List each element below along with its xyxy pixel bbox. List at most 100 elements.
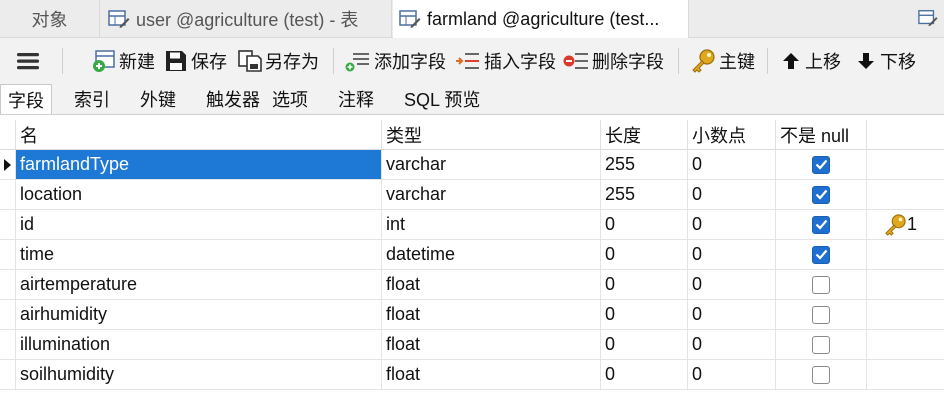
not-null-checkbox[interactable] — [812, 245, 830, 264]
insert-field-button[interactable]: 插入字段 — [455, 38, 556, 84]
field-type-cell[interactable]: int — [382, 210, 601, 240]
key-cell[interactable] — [867, 360, 944, 390]
tab-user-table[interactable]: user @agriculture (test) - 表 — [100, 0, 392, 37]
delete-field-button[interactable]: 删除字段 — [563, 38, 664, 84]
field-decimals-cell[interactable]: 0 — [688, 180, 776, 210]
row-selector[interactable] — [0, 330, 16, 360]
table-row[interactable]: soilhumidity float 0 0 — [0, 360, 944, 390]
field-length-cell[interactable]: 0 — [601, 210, 688, 240]
new-button[interactable]: 新建 — [92, 38, 155, 84]
field-length-cell[interactable]: 255 — [601, 180, 688, 210]
field-type-cell[interactable]: varchar — [382, 180, 601, 210]
row-header-corner — [0, 120, 16, 150]
tab-triggers[interactable]: 触发器 — [206, 84, 260, 114]
field-decimals-cell[interactable]: 0 — [688, 300, 776, 330]
field-type-cell[interactable]: float — [382, 360, 601, 390]
key-cell[interactable] — [867, 180, 944, 210]
tab-options[interactable]: 选项 — [272, 84, 308, 114]
menu-button[interactable] — [16, 38, 43, 84]
field-length-cell[interactable]: 255 — [601, 150, 688, 180]
not-null-checkbox[interactable] — [812, 365, 830, 384]
row-selector[interactable] — [0, 240, 16, 270]
field-decimals-cell[interactable]: 0 — [688, 210, 776, 240]
save-icon — [166, 51, 186, 71]
table-row[interactable]: location varchar 255 0 — [0, 180, 944, 210]
not-null-checkbox[interactable] — [812, 155, 830, 174]
field-decimals-cell[interactable]: 0 — [688, 240, 776, 270]
field-type-cell[interactable]: varchar — [382, 150, 601, 180]
field-name-cell[interactable]: airtemperature — [16, 270, 382, 300]
table-row[interactable]: airhumidity float 0 0 — [0, 300, 944, 330]
add-field-button[interactable]: 添加字段 — [345, 38, 446, 84]
tab-fields[interactable]: 字段 — [0, 84, 52, 114]
row-selector[interactable] — [0, 300, 16, 330]
field-name-cell[interactable]: soilhumidity — [16, 360, 382, 390]
tab-foreign-keys[interactable]: 外键 — [140, 84, 176, 114]
table-row[interactable]: id int 0 0 1 — [0, 210, 944, 240]
column-header-length[interactable]: 长度 — [601, 120, 688, 150]
field-decimals-cell[interactable]: 0 — [688, 360, 776, 390]
field-name-cell[interactable]: airhumidity — [16, 300, 382, 330]
row-selector[interactable] — [0, 360, 16, 390]
key-cell[interactable]: 1 — [867, 210, 944, 240]
save-as-button[interactable]: 另存为 — [238, 38, 319, 84]
key-cell[interactable] — [867, 150, 944, 180]
move-down-button[interactable]: 下移 — [855, 38, 916, 84]
tab-comment[interactable]: 注释 — [338, 84, 374, 114]
field-length-cell[interactable]: 0 — [601, 300, 688, 330]
designer-subtabs: 字段 索引 外键 触发器 选项 注释 SQL 预览 — [0, 84, 944, 115]
row-selector[interactable] — [0, 270, 16, 300]
not-null-checkbox[interactable] — [812, 335, 830, 354]
not-null-checkbox[interactable] — [812, 305, 830, 324]
column-header-type[interactable]: 类型 — [382, 120, 601, 150]
key-cell[interactable] — [867, 330, 944, 360]
field-type-cell[interactable]: float — [382, 300, 601, 330]
table-row[interactable]: illumination float 0 0 — [0, 330, 944, 360]
row-selector[interactable] — [0, 210, 16, 240]
field-length-cell[interactable]: 0 — [601, 270, 688, 300]
field-type-cell[interactable]: datetime — [382, 240, 601, 270]
field-name-cell[interactable]: location — [16, 180, 382, 210]
add-field-icon — [345, 53, 369, 72]
row-selector[interactable] — [0, 150, 16, 180]
not-null-checkbox[interactable] — [812, 185, 830, 204]
save-button[interactable]: 保存 — [164, 38, 227, 84]
field-name-cell[interactable]: id — [16, 210, 382, 240]
field-name-cell[interactable]: illumination — [16, 330, 382, 360]
move-up-button[interactable]: 上移 — [780, 38, 841, 84]
field-type-cell[interactable]: float — [382, 330, 601, 360]
field-name-cell[interactable]: farmlandType — [16, 150, 382, 180]
field-length-cell[interactable]: 0 — [601, 240, 688, 270]
field-length-cell[interactable]: 0 — [601, 330, 688, 360]
checkmark-icon — [815, 249, 827, 260]
tab-farmland-table[interactable]: farmland @agriculture (test... — [393, 0, 689, 38]
tab-indexes[interactable]: 索引 — [74, 84, 110, 114]
tab-sql-preview[interactable]: SQL 预览 — [404, 84, 480, 114]
save-as-button-label: 另存为 — [265, 52, 319, 72]
table-row[interactable]: time datetime 0 0 — [0, 240, 944, 270]
not-null-checkbox[interactable] — [812, 215, 830, 234]
column-header-name[interactable]: 名 — [16, 120, 382, 150]
not-null-cell — [776, 240, 867, 270]
row-selector[interactable] — [0, 180, 16, 210]
delete-field-icon — [563, 53, 588, 69]
key-cell[interactable] — [867, 240, 944, 270]
key-cell[interactable] — [867, 300, 944, 330]
table-row[interactable]: airtemperature float 0 0 — [0, 270, 944, 300]
primary-key-button[interactable]: 主键 — [690, 38, 755, 84]
primary-key-label: 主键 — [719, 52, 755, 72]
field-decimals-cell[interactable]: 0 — [688, 150, 776, 180]
table-row[interactable]: farmlandType varchar 255 0 — [0, 150, 944, 180]
field-length-cell[interactable]: 0 — [601, 360, 688, 390]
table-design-icon[interactable] — [918, 8, 938, 28]
key-cell[interactable] — [867, 270, 944, 300]
not-null-checkbox[interactable] — [812, 275, 830, 294]
column-header-decimals[interactable]: 小数点 — [688, 120, 776, 150]
field-decimals-cell[interactable]: 0 — [688, 330, 776, 360]
toolbar-separator — [62, 48, 63, 74]
tab-objects[interactable]: 对象 — [0, 0, 100, 37]
field-type-cell[interactable]: float — [382, 270, 601, 300]
column-header-not-null[interactable]: 不是 null — [776, 120, 867, 150]
field-decimals-cell[interactable]: 0 — [688, 270, 776, 300]
field-name-cell[interactable]: time — [16, 240, 382, 270]
